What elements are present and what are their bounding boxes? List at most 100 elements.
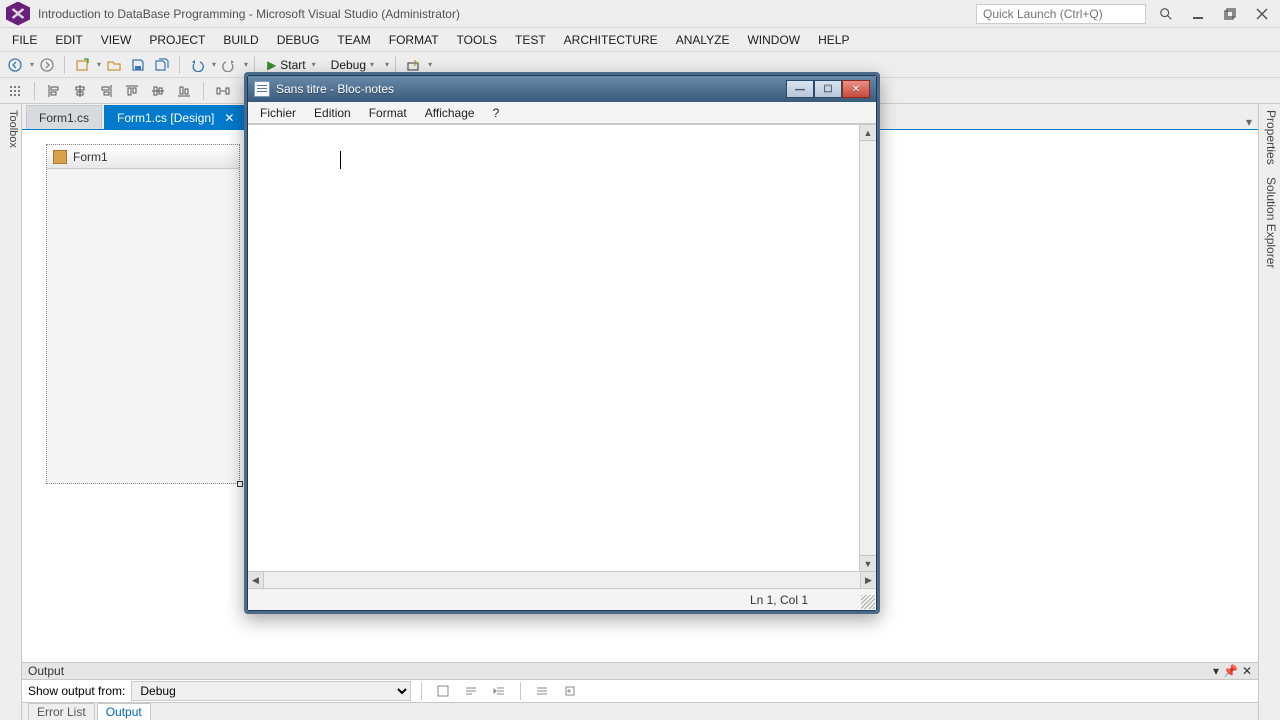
undo-icon[interactable] xyxy=(186,54,208,76)
resize-handle-icon[interactable] xyxy=(237,481,243,487)
np-menu-affichage[interactable]: Affichage xyxy=(417,104,483,122)
vs-logo-icon xyxy=(6,2,30,26)
separator xyxy=(520,682,521,700)
vs-titlebar: Introduction to DataBase Programming - M… xyxy=(0,0,1280,28)
save-all-icon[interactable] xyxy=(151,54,173,76)
nav-forward-icon[interactable] xyxy=(36,54,58,76)
designer-form1[interactable]: Form1 xyxy=(46,144,240,484)
scroll-right-icon[interactable]: ▶ xyxy=(860,572,876,588)
align-left-icon[interactable] xyxy=(43,80,65,102)
menu-format[interactable]: FORMAT xyxy=(381,30,447,50)
dropdown-icon[interactable]: ▾ xyxy=(212,60,216,69)
close-icon[interactable] xyxy=(1250,4,1274,24)
menu-edit[interactable]: EDIT xyxy=(47,30,90,50)
menu-analyze[interactable]: ANALYZE xyxy=(668,30,738,50)
redo-icon[interactable] xyxy=(218,54,240,76)
search-icon[interactable] xyxy=(1154,4,1178,24)
open-file-icon[interactable] xyxy=(103,54,125,76)
separator xyxy=(179,56,180,74)
align-grid-icon[interactable] xyxy=(4,80,26,102)
new-project-icon[interactable] xyxy=(71,54,93,76)
np-menu-fichier[interactable]: Fichier xyxy=(252,104,304,122)
np-minimize-icon[interactable]: — xyxy=(786,80,814,98)
notepad-menubar: Fichier Edition Format Affichage ? xyxy=(248,102,876,124)
np-maximize-icon[interactable]: ☐ xyxy=(814,80,842,98)
align-bottom-icon[interactable] xyxy=(173,80,195,102)
dropdown-icon[interactable]: ▾ xyxy=(244,60,248,69)
menu-architecture[interactable]: ARCHITECTURE xyxy=(556,30,666,50)
notepad-title-text: Sans titre - Bloc-notes xyxy=(276,82,394,96)
clear-all-icon[interactable] xyxy=(432,680,454,702)
menu-help[interactable]: HELP xyxy=(810,30,857,50)
restore-icon[interactable] xyxy=(1218,4,1242,24)
tab-form1-design[interactable]: Form1.cs [Design]✕ xyxy=(104,105,247,129)
dropdown-icon[interactable]: ▾ xyxy=(30,60,34,69)
solution-explorer-tab[interactable]: Solution Explorer xyxy=(1261,177,1278,268)
align-right-icon[interactable] xyxy=(95,80,117,102)
notepad-textarea[interactable] xyxy=(248,125,859,571)
cursor-position: Ln 1, Col 1 xyxy=(750,593,808,607)
close-panel-icon[interactable]: ✕ xyxy=(1242,664,1252,678)
notepad-titlebar[interactable]: Sans titre - Bloc-notes — ☐ ✕ xyxy=(248,76,876,102)
separator xyxy=(34,82,35,100)
horizontal-scrollbar[interactable]: ◀ ▶ xyxy=(248,571,876,588)
menu-debug[interactable]: DEBUG xyxy=(269,30,328,50)
output-panel: Output ▾ 📌 ✕ Show output from: Debug Err… xyxy=(22,662,1258,720)
menu-view[interactable]: VIEW xyxy=(93,30,140,50)
separator xyxy=(203,82,204,100)
vs-title-text: Introduction to DataBase Programming - M… xyxy=(38,7,460,21)
align-middle-icon[interactable] xyxy=(147,80,169,102)
dropdown-icon[interactable]: ▾ xyxy=(385,60,389,69)
np-menu-edition[interactable]: Edition xyxy=(306,104,359,122)
nav-back-icon[interactable] xyxy=(4,54,26,76)
pin-icon[interactable]: 📌 xyxy=(1223,664,1238,678)
find-icon[interactable] xyxy=(559,680,581,702)
menu-window[interactable]: WINDOW xyxy=(739,30,808,50)
start-debug-button[interactable]: ▶Start▾ xyxy=(261,58,322,72)
separator xyxy=(254,56,255,74)
hspace-equal-icon[interactable] xyxy=(212,80,234,102)
tab-error-list[interactable]: Error List xyxy=(28,703,95,720)
toggle-wrap-icon[interactable] xyxy=(460,680,482,702)
separator xyxy=(64,56,65,74)
goto-icon[interactable] xyxy=(531,680,553,702)
np-close-icon[interactable]: ✕ xyxy=(842,80,870,98)
menu-file[interactable]: FILE xyxy=(4,30,45,50)
menu-team[interactable]: TEAM xyxy=(329,30,378,50)
show-output-from-label: Show output from: xyxy=(28,684,125,698)
output-dropdown-icon[interactable]: ▾ xyxy=(1213,664,1219,678)
separator xyxy=(421,682,422,700)
np-menu-format[interactable]: Format xyxy=(361,104,415,122)
properties-tab[interactable]: Properties xyxy=(1261,110,1278,165)
menu-tools[interactable]: TOOLS xyxy=(449,30,505,50)
scroll-down-icon[interactable]: ▼ xyxy=(860,555,876,571)
tab-output[interactable]: Output xyxy=(97,703,151,720)
minimize-icon[interactable] xyxy=(1186,4,1210,24)
dropdown-icon[interactable]: ▾ xyxy=(97,60,101,69)
toolbox-tab[interactable]: Toolbox xyxy=(0,104,22,720)
form1-title-text: Form1 xyxy=(73,150,108,164)
text-caret-icon xyxy=(340,151,341,169)
output-source-select[interactable]: Debug xyxy=(131,681,411,701)
notepad-window[interactable]: Sans titre - Bloc-notes — ☐ ✕ Fichier Ed… xyxy=(244,72,880,614)
scroll-left-icon[interactable]: ◀ xyxy=(248,572,264,588)
tab-form1-cs[interactable]: Form1.cs xyxy=(26,105,102,129)
scroll-up-icon[interactable]: ▲ xyxy=(860,125,876,141)
quick-launch-input[interactable] xyxy=(976,4,1146,24)
tab-overflow-icon[interactable]: ▾ xyxy=(1240,115,1258,129)
align-center-icon[interactable] xyxy=(69,80,91,102)
form1-titlebar: Form1 xyxy=(47,145,239,169)
indent-icon[interactable] xyxy=(488,680,510,702)
align-top-icon[interactable] xyxy=(121,80,143,102)
menu-project[interactable]: PROJECT xyxy=(141,30,213,50)
np-menu-help[interactable]: ? xyxy=(485,104,508,122)
menu-test[interactable]: TEST xyxy=(507,30,554,50)
resize-grip-icon[interactable] xyxy=(861,595,875,609)
menu-build[interactable]: BUILD xyxy=(215,30,266,50)
save-icon[interactable] xyxy=(127,54,149,76)
toolbar-overflow-icon[interactable]: ▾ xyxy=(428,60,432,69)
config-dropdown[interactable]: Debug▾ xyxy=(324,57,381,73)
output-title: Output xyxy=(28,664,64,678)
vs-menubar: FILE EDIT VIEW PROJECT BUILD DEBUG TEAM … xyxy=(0,28,1280,52)
vertical-scrollbar[interactable]: ▲ ▼ xyxy=(859,125,876,571)
